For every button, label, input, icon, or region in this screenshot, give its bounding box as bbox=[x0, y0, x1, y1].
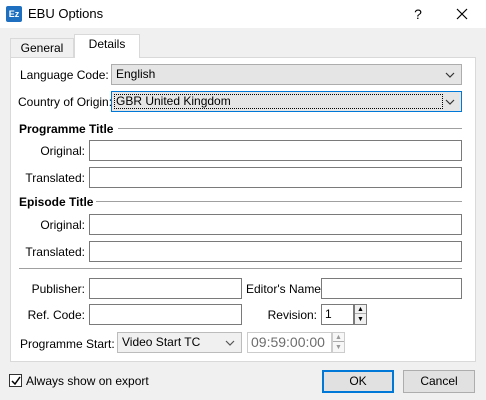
tab-details[interactable]: Details bbox=[74, 34, 140, 58]
app-icon: Ez bbox=[6, 6, 22, 22]
programme-title-divider bbox=[118, 128, 462, 129]
spin-up-icon[interactable]: ▲ bbox=[355, 305, 366, 314]
ref-code-input[interactable] bbox=[89, 304, 242, 325]
help-button[interactable]: ? bbox=[404, 3, 432, 25]
always-show-label[interactable]: Always show on export bbox=[26, 374, 149, 388]
language-code-select[interactable]: English bbox=[111, 64, 462, 85]
programme-original-label: Original: bbox=[40, 144, 85, 158]
chevron-down-icon bbox=[225, 340, 235, 346]
language-code-value: English bbox=[116, 67, 156, 81]
episode-translated-label: Translated: bbox=[25, 245, 85, 259]
revision-input[interactable]: 1 bbox=[321, 304, 354, 325]
episode-title-heading: Episode Title bbox=[19, 195, 94, 209]
programme-title-heading: Programme Title bbox=[19, 122, 114, 136]
revision-label: Revision: bbox=[267, 308, 317, 322]
episode-original-label: Original: bbox=[40, 218, 85, 232]
programme-translated-input[interactable] bbox=[89, 167, 462, 188]
publisher-label: Publisher: bbox=[31, 282, 85, 296]
spin-down-icon[interactable]: ▼ bbox=[355, 315, 366, 324]
programme-start-label: Programme Start: bbox=[20, 337, 115, 351]
chevron-down-icon bbox=[445, 72, 455, 78]
country-of-origin-value: GBR United Kingdom bbox=[114, 94, 443, 109]
always-show-checkbox[interactable] bbox=[9, 374, 22, 387]
episode-title-divider bbox=[96, 201, 462, 202]
publisher-input[interactable] bbox=[89, 278, 242, 299]
country-of-origin-select[interactable]: GBR United Kingdom bbox=[111, 91, 462, 112]
programme-original-input[interactable] bbox=[89, 140, 462, 161]
episode-translated-input[interactable] bbox=[89, 241, 462, 262]
spin-up-icon: ▲ bbox=[333, 333, 344, 342]
programme-start-value: Video Start TC bbox=[122, 335, 201, 349]
ok-button[interactable]: OK bbox=[322, 370, 394, 393]
close-button[interactable] bbox=[446, 3, 478, 25]
language-code-label: Language Code: bbox=[20, 68, 109, 82]
programme-translated-label: Translated: bbox=[25, 171, 85, 185]
window-title: EBU Options bbox=[28, 6, 104, 21]
editors-name-label: Editor's Name: bbox=[246, 282, 325, 296]
spin-down-icon: ▼ bbox=[335, 344, 342, 351]
revision-spinner[interactable]: ▲ ▼ bbox=[354, 304, 367, 325]
cancel-button[interactable]: Cancel bbox=[403, 370, 475, 393]
country-of-origin-label: Country of Origin: bbox=[18, 95, 113, 109]
programme-start-select[interactable]: Video Start TC bbox=[117, 332, 242, 353]
episode-original-input[interactable] bbox=[89, 214, 462, 235]
section-divider bbox=[19, 268, 462, 269]
timecode-spinner: ▲ ▼ bbox=[332, 332, 345, 353]
ref-code-label: Ref. Code: bbox=[27, 308, 85, 322]
chevron-down-icon bbox=[445, 99, 455, 105]
editors-name-input[interactable] bbox=[321, 278, 462, 299]
title-bar: Ez EBU Options ? bbox=[0, 0, 486, 28]
tab-general[interactable]: General bbox=[10, 38, 74, 58]
programme-start-timecode: 09:59:00:00 bbox=[247, 332, 332, 353]
checkmark-icon bbox=[11, 376, 21, 386]
close-icon bbox=[456, 8, 468, 20]
